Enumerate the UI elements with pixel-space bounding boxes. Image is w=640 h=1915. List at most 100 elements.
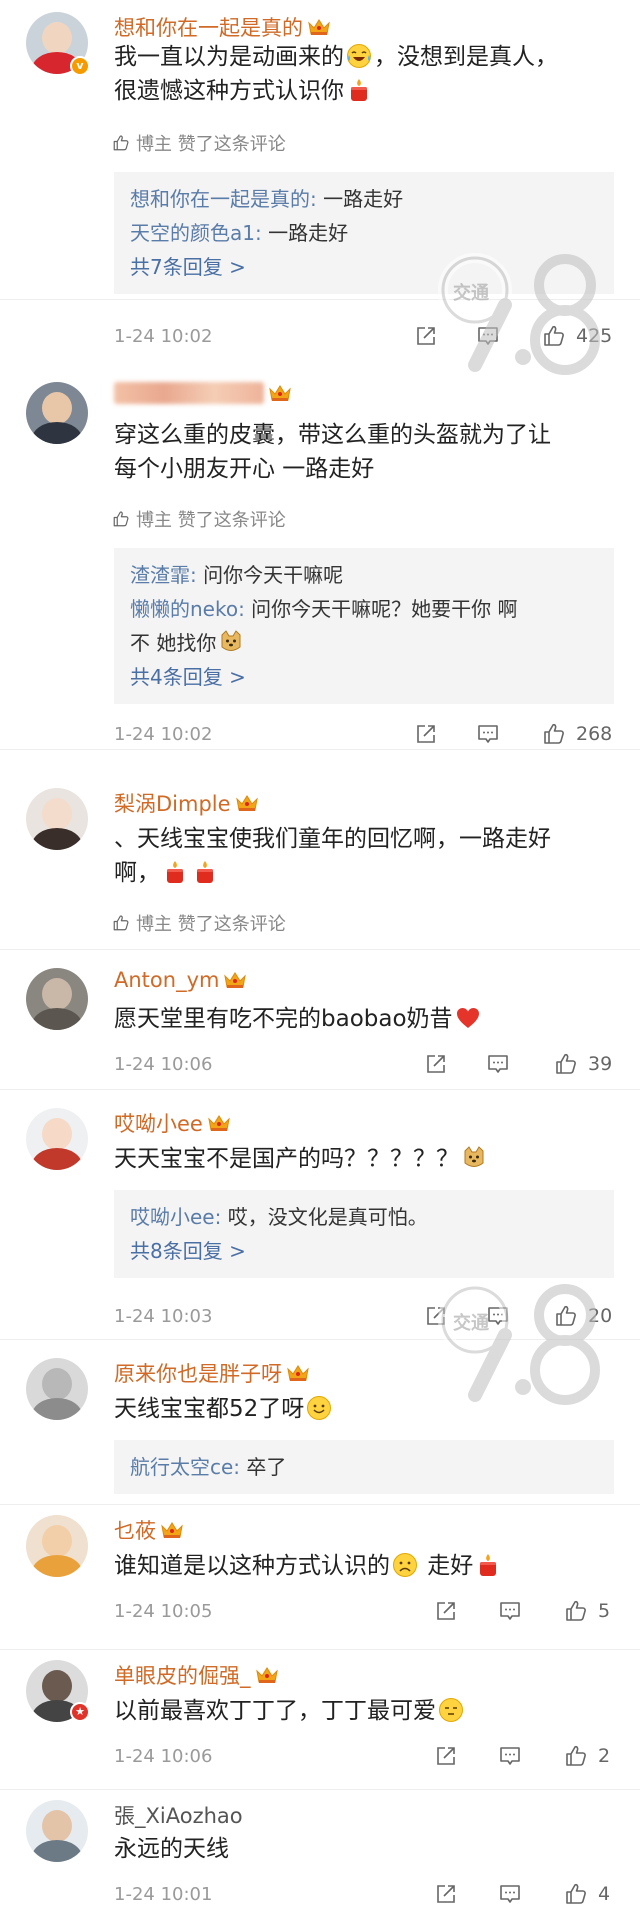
share-icon	[434, 1744, 458, 1768]
timestamp: 1-24 10:02	[114, 724, 213, 745]
smile-emoji-icon	[306, 1395, 332, 1421]
blogger-liked-note: 博主 赞了这条评论	[112, 506, 286, 532]
reply-item[interactable]: 航行太空ce: 卒了	[130, 1450, 598, 1484]
crown-icon	[286, 1363, 310, 1383]
comment-icon	[486, 1304, 510, 1328]
reply-button[interactable]	[498, 1882, 522, 1906]
avatar[interactable]	[26, 1800, 88, 1862]
timestamp: 1-24 10:02	[114, 326, 213, 347]
username[interactable]: 单眼皮的倔强_	[114, 1660, 251, 1690]
more-replies-link[interactable]: 共7条回复 >	[130, 250, 598, 284]
avatar[interactable]	[26, 788, 88, 850]
thumb-up-icon	[564, 1882, 588, 1906]
reply-button[interactable]	[498, 1744, 522, 1768]
reply-button[interactable]	[476, 324, 500, 348]
timestamp: 1-24 10:06	[114, 1746, 213, 1767]
more-replies-link[interactable]: 共4条回复 >	[130, 660, 598, 694]
username[interactable]: Anton_ym	[114, 968, 219, 992]
like-button[interactable]: 4	[564, 1882, 610, 1906]
like-button[interactable]: 2	[564, 1744, 610, 1768]
comment-footer: 1-24 10:06 39	[114, 1050, 614, 1080]
like-button[interactable]: 268	[542, 722, 612, 746]
share-button[interactable]	[424, 1052, 448, 1076]
username[interactable]: 乜莜	[114, 1515, 156, 1545]
comment-item: v 想和你在一起是真的 我一直以为是动画来的 ，没想到是真人， 很遗憾这种方式认识…	[0, 0, 640, 300]
doge-emoji-icon	[218, 629, 244, 655]
avatar[interactable]	[26, 968, 88, 1030]
crown-icon	[255, 1665, 279, 1685]
username[interactable]: 梨涡Dimple	[114, 788, 231, 818]
reply-button[interactable]	[498, 1599, 522, 1623]
reply-box[interactable]: 航行太空ce: 卒了	[114, 1440, 614, 1494]
avatar[interactable]	[26, 1358, 88, 1420]
share-button[interactable]	[414, 722, 438, 746]
like-count: 39	[588, 1053, 613, 1075]
reply-item[interactable]: 想和你在一起是真的: 一路走好	[130, 182, 598, 216]
avatar[interactable]	[26, 1108, 88, 1170]
comment-icon	[498, 1599, 522, 1623]
thumb-up-icon	[112, 914, 130, 932]
reply-box[interactable]: 哎呦小ee: 哎，没文化是真可怕。 共8条回复 >	[114, 1190, 614, 1278]
thumb-up-icon	[564, 1599, 588, 1623]
avatar[interactable]	[26, 1515, 88, 1577]
share-button[interactable]	[434, 1882, 458, 1906]
reply-button[interactable]	[476, 722, 500, 746]
comment-item: 梨涡Dimple 、天线宝宝使我们童年的回忆啊，一路走好 啊， 博主 赞了这条评…	[0, 770, 640, 950]
like-count: 2	[598, 1745, 611, 1767]
share-button[interactable]	[434, 1599, 458, 1623]
comment-footer: 1-24 10:02 425	[114, 322, 614, 352]
username[interactable]: 哎呦小ee	[114, 1108, 203, 1138]
like-button[interactable]: 39	[554, 1052, 612, 1076]
crown-icon	[235, 793, 259, 813]
share-button[interactable]	[414, 324, 438, 348]
username[interactable]: 張_XiAozhao	[114, 1800, 243, 1830]
share-icon	[424, 1052, 448, 1076]
like-count: 4	[598, 1883, 611, 1905]
verified-badge-icon: v	[70, 56, 90, 76]
reply-item[interactable]: 懒懒的neko: 问你今天干嘛呢？她要干你 啊	[130, 592, 598, 626]
reply-box[interactable]: 渣渣霏: 问你今天干嘛呢 懒懒的neko: 问你今天干嘛呢？她要干你 啊 不 她…	[114, 548, 614, 704]
crown-icon	[268, 383, 292, 403]
comment-text: 天天宝宝不是国产的吗？？？？？	[114, 1142, 614, 1176]
avatar[interactable]	[26, 382, 88, 444]
comment-item: 原来你也是胖子呀 天线宝宝都52了呀 航行太空ce: 卒了	[0, 1340, 640, 1505]
timestamp: 1-24 10:03	[114, 1306, 213, 1327]
reply-item[interactable]: 哎呦小ee: 哎，没文化是真可怕。	[130, 1200, 598, 1234]
share-button[interactable]	[434, 1744, 458, 1768]
username[interactable]: 原来你也是胖子呀	[114, 1358, 282, 1388]
thumb-up-icon	[542, 722, 566, 746]
comment-text: 、天线宝宝使我们童年的回忆啊，一路走好 啊，	[114, 826, 551, 886]
thumb-up-icon	[564, 1744, 588, 1768]
comment-icon	[476, 324, 500, 348]
candle-emoji-icon	[346, 77, 372, 103]
like-count: 20	[588, 1305, 613, 1327]
share-button[interactable]	[424, 1304, 448, 1328]
username[interactable]	[114, 382, 264, 404]
username[interactable]: 想和你在一起是真的	[114, 12, 303, 42]
like-button[interactable]: 20	[554, 1304, 612, 1328]
reply-box[interactable]: 想和你在一起是真的: 一路走好 天空的颜色a1: 一路走好 共7条回复 >	[114, 172, 614, 294]
reply-button[interactable]	[486, 1052, 510, 1076]
crown-icon	[207, 1113, 231, 1133]
thumb-up-icon	[554, 1052, 578, 1076]
like-button[interactable]: 425	[542, 324, 612, 348]
crown-icon	[223, 970, 247, 990]
comment-footer: 1-24 10:05 5	[114, 1597, 614, 1627]
more-replies-link[interactable]: 共8条回复 >	[130, 1234, 598, 1268]
candle-emoji-icon	[192, 859, 218, 885]
comment-feed: v 想和你在一起是真的 我一直以为是动画来的 ，没想到是真人， 很遗憾这种方式认识…	[0, 0, 640, 1915]
comment-item: ★ 单眼皮的倔强_ 以前最喜欢丁丁了，丁丁最可爱 1-24 10:06 2	[0, 1650, 640, 1790]
reply-item[interactable]: 天空的颜色a1: 一路走好	[130, 216, 598, 250]
like-count: 425	[576, 325, 613, 347]
share-icon	[434, 1599, 458, 1623]
comment-item: 哎呦小ee 天天宝宝不是国产的吗？？？？？ 哎呦小ee: 哎，没文化是真可怕。 …	[0, 1090, 640, 1340]
like-button[interactable]: 5	[564, 1599, 610, 1623]
reply-item[interactable]: 渣渣霏: 问你今天干嘛呢	[130, 558, 598, 592]
comment-item: 穿这么重的皮囊，带这么重的头盔就为了让 每个小朋友开心 一路走好 博主 赞了这条…	[0, 370, 640, 750]
comment-text: 永远的天线	[114, 1836, 229, 1862]
thumb-up-icon	[542, 324, 566, 348]
comment-text: 以前最喜欢丁丁了，丁丁最可爱	[114, 1694, 614, 1728]
sad-emoji-icon	[392, 1552, 418, 1578]
reply-button[interactable]	[486, 1304, 510, 1328]
share-icon	[414, 722, 438, 746]
